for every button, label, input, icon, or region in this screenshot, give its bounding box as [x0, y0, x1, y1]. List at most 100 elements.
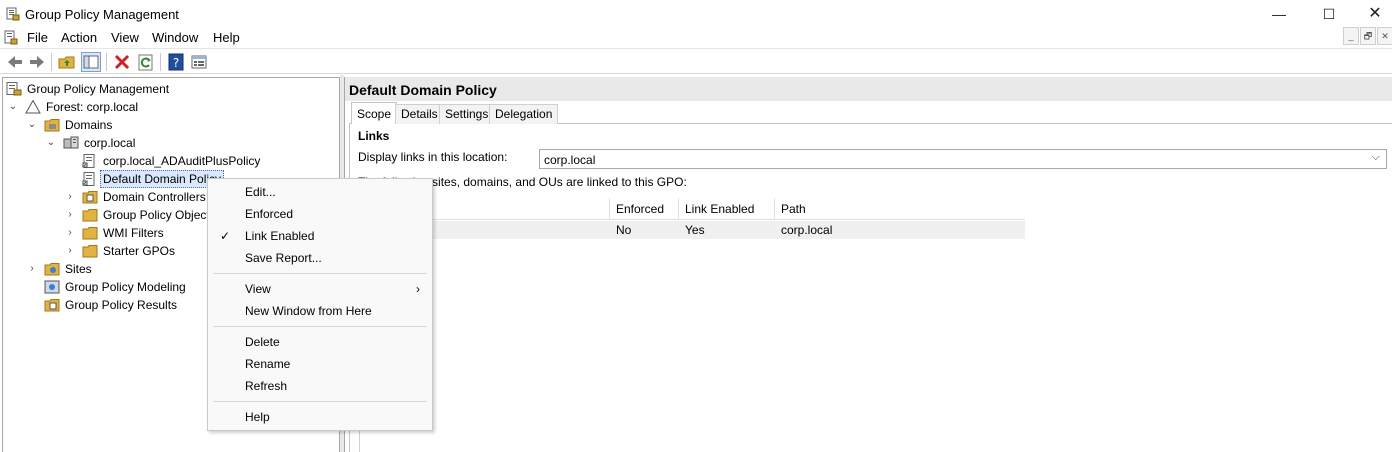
- svg-text:?: ?: [173, 56, 179, 70]
- expand-chevron-icon[interactable]: ›: [27, 260, 37, 278]
- tree-item-label: Sites: [65, 262, 92, 276]
- forest-icon: [25, 100, 41, 114]
- links-grid[interactable]: Location Enforced Link Enabled Path corp…: [359, 198, 1025, 452]
- menu-window[interactable]: Window: [148, 29, 202, 47]
- menu-item-label: Enforced: [245, 207, 294, 221]
- menu-item-delete[interactable]: Delete: [208, 331, 432, 353]
- menu-item-label: Link Enabled: [245, 229, 315, 243]
- column-header-enforced[interactable]: Enforced: [610, 198, 679, 220]
- menu-action[interactable]: Action: [57, 29, 101, 47]
- collapse-chevron-icon[interactable]: ⌄: [46, 134, 56, 152]
- menu-help[interactable]: Help: [209, 29, 244, 47]
- close-button[interactable]: ✕: [1352, 0, 1392, 28]
- collapse-chevron-icon[interactable]: ⌄: [27, 116, 37, 134]
- display-links-label: Display links in this location:: [358, 150, 508, 164]
- tree-item-label: corp.local: [84, 136, 136, 150]
- collapse-chevron-icon[interactable]: ⌄: [8, 98, 18, 116]
- tree-item-label: Group Policy Management: [27, 82, 170, 96]
- tree-item-label: WMI Filters: [103, 226, 164, 240]
- menu-item-edit[interactable]: Edit...: [208, 181, 432, 203]
- expand-chevron-icon[interactable]: ›: [65, 206, 75, 224]
- toolbar-separator: [160, 53, 161, 71]
- tab-details[interactable]: Details: [395, 104, 444, 124]
- menu-item-label: Delete: [245, 335, 280, 349]
- expand-chevron-icon[interactable]: ›: [65, 224, 75, 242]
- grid-header: Location Enforced Link Enabled Path: [360, 198, 1025, 220]
- window-title: Group Policy Management: [25, 7, 179, 22]
- menu-separator: [213, 326, 427, 327]
- tab-delegation[interactable]: Delegation: [489, 104, 559, 124]
- back-icon[interactable]: [5, 52, 25, 72]
- ou-icon: [82, 191, 98, 204]
- details-header: Default Domain Policy: [345, 77, 1392, 101]
- menu-item-refresh[interactable]: Refresh: [208, 375, 432, 397]
- properties-icon[interactable]: [189, 52, 209, 72]
- expand-chevron-icon[interactable]: ›: [65, 242, 75, 260]
- menu-item-view[interactable]: View ›: [208, 278, 432, 300]
- menu-item-enforced[interactable]: Enforced: [208, 203, 432, 225]
- menu-item-label: View: [245, 282, 271, 296]
- details-title: Default Domain Policy: [349, 82, 497, 98]
- menu-item-help[interactable]: Help: [208, 406, 432, 428]
- mdi-close-button[interactable]: ✕: [1377, 27, 1392, 45]
- refresh-icon[interactable]: [136, 52, 156, 72]
- menu-separator: [213, 401, 427, 402]
- menu-item-new-window[interactable]: New Window from Here: [208, 300, 432, 322]
- tab-scope[interactable]: Scope: [351, 102, 398, 124]
- toolbar-separator: [51, 53, 52, 71]
- cell-path: corp.local: [781, 223, 833, 237]
- folder-icon: [82, 209, 98, 222]
- tree-item-label: Default Domain Policy: [100, 170, 225, 188]
- tree-item-label: Group Policy Objects: [103, 208, 216, 222]
- column-header-path[interactable]: Path: [775, 198, 1025, 220]
- menu-item-label: Save Report...: [245, 251, 322, 265]
- tab-settings[interactable]: Settings: [439, 104, 495, 124]
- menu-item-label: Edit...: [245, 185, 276, 199]
- forward-icon[interactable]: [27, 52, 47, 72]
- context-menu: Edit... Enforced ✓ Link Enabled Save Rep…: [207, 178, 433, 431]
- delete-icon[interactable]: [112, 52, 132, 72]
- menu-item-rename[interactable]: Rename: [208, 353, 432, 375]
- minimize-button[interactable]: —: [1256, 0, 1302, 28]
- mdi-minimize-button[interactable]: _: [1343, 27, 1359, 45]
- mdi-restore-button[interactable]: 🗗: [1360, 27, 1376, 45]
- modeling-icon: [44, 280, 60, 294]
- tree-item-label: Forest: corp.local: [46, 100, 139, 114]
- help-icon[interactable]: ?: [166, 52, 186, 72]
- menu-item-label: Help: [245, 410, 270, 424]
- chevron-down-icon: ⌵: [1371, 151, 1380, 163]
- tree-item-label: Domain Controllers: [103, 190, 206, 204]
- document-menu-icon[interactable]: [4, 30, 18, 45]
- expand-chevron-icon[interactable]: ›: [65, 188, 75, 206]
- title-bar: Group Policy Management — ☐ ✕: [0, 0, 1392, 28]
- location-dropdown[interactable]: corp.local ⌵: [539, 149, 1387, 169]
- folder-icon: [82, 227, 98, 240]
- details-pane: Default Domain Policy Scope Details Sett…: [344, 77, 1392, 452]
- menu-view[interactable]: View: [107, 29, 143, 47]
- gpm-app-icon: [6, 7, 20, 21]
- tree-item-label: Domains: [65, 118, 113, 132]
- show-hide-tree-icon[interactable]: [81, 52, 101, 72]
- links-heading: Links: [358, 129, 390, 143]
- results-icon: [44, 299, 60, 312]
- toolbar: ?: [0, 48, 1392, 74]
- cell-enforced: No: [616, 223, 632, 237]
- menu-bar: File Action View Window Help: [0, 28, 1392, 48]
- menu-separator: [213, 273, 427, 274]
- tree-item-label: Group Policy Modeling: [65, 280, 186, 294]
- table-row[interactable]: corp.local No Yes corp.local: [360, 221, 1025, 239]
- menu-item-label: New Window from Here: [245, 304, 372, 318]
- maximize-button[interactable]: ☐: [1306, 0, 1352, 28]
- menu-file[interactable]: File: [23, 29, 52, 47]
- menu-item-save-report[interactable]: Save Report...: [208, 247, 432, 269]
- cell-link-enabled: Yes: [685, 223, 705, 237]
- domain-icon: [63, 136, 79, 149]
- column-header-link-enabled[interactable]: Link Enabled: [679, 198, 775, 220]
- gpo-link-icon: [82, 172, 95, 186]
- folder-icon: [82, 245, 98, 258]
- up-folder-icon[interactable]: [57, 52, 77, 72]
- checkmark-icon: ✓: [220, 229, 231, 243]
- tree-item-label: Starter GPOs: [103, 244, 176, 258]
- folder-icon: [44, 119, 60, 132]
- menu-item-link-enabled[interactable]: ✓ Link Enabled: [208, 225, 432, 247]
